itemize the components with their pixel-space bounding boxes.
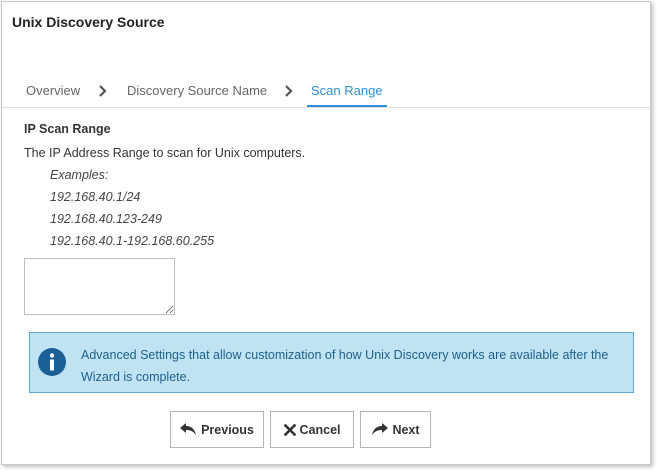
- wizard-steps: Overview Discovery Source Name Scan Rang…: [2, 81, 650, 108]
- forward-arrow-icon: [372, 423, 389, 435]
- cancel-button[interactable]: Cancel: [270, 411, 354, 448]
- reply-arrow-icon: [180, 423, 197, 435]
- chevron-right-icon: [99, 85, 107, 97]
- info-banner: Advanced Settings that allow customizati…: [29, 332, 634, 393]
- close-icon: [283, 423, 296, 436]
- examples-heading: Examples:: [50, 168, 109, 182]
- info-text: Advanced Settings that allow customizati…: [81, 348, 609, 384]
- tab-scan-range[interactable]: Scan Range: [307, 81, 387, 107]
- ip-scan-range-label: IP Scan Range: [24, 122, 111, 136]
- cancel-button-label: Cancel: [299, 422, 341, 437]
- previous-button[interactable]: Previous: [170, 411, 264, 448]
- example-item: 192.168.40.1/24: [50, 190, 141, 204]
- wizard-dialog: Unix Discovery Source Overview Discovery…: [1, 1, 651, 465]
- ip-scan-range-description: The IP Address Range to scan for Unix co…: [24, 146, 306, 160]
- next-button-label: Next: [392, 422, 420, 437]
- tab-discovery-source-name[interactable]: Discovery Source Name: [127, 81, 267, 105]
- dialog-title: Unix Discovery Source: [12, 14, 165, 30]
- previous-button-label: Previous: [201, 422, 254, 437]
- info-icon: [38, 348, 66, 376]
- example-item: 192.168.40.123-249: [50, 212, 162, 226]
- ip-scan-range-input[interactable]: [24, 258, 175, 315]
- next-button[interactable]: Next: [360, 411, 431, 448]
- tab-overview[interactable]: Overview: [26, 81, 80, 105]
- chevron-right-icon: [285, 85, 293, 97]
- example-item: 192.168.40.1-192.168.60.255: [50, 234, 215, 248]
